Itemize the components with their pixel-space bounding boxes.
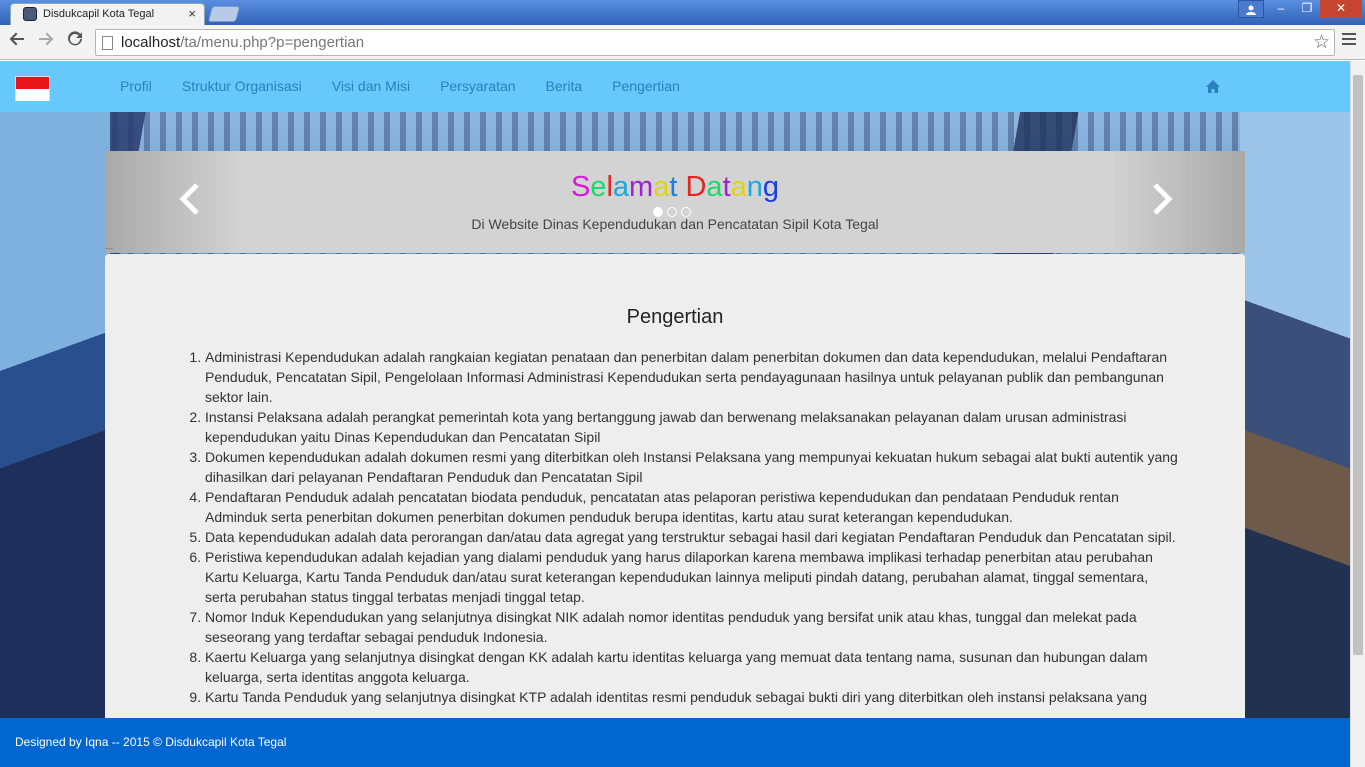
nav-link-persyaratan[interactable]: Persyaratan [440, 78, 515, 94]
heading-letter: e [590, 171, 607, 203]
tab-title: Disdukcapil Kota Tegal [43, 8, 155, 20]
scrollbar-thumb[interactable] [1353, 75, 1363, 655]
carousel-subtitle: Di Website Dinas Kependudukan dan Pencat… [471, 216, 879, 232]
nav-link-visi-misi[interactable]: Visi dan Misi [332, 78, 410, 94]
minimize-button[interactable]: – [1268, 0, 1294, 18]
reload-icon[interactable] [67, 31, 83, 52]
heading-letter: m [629, 171, 654, 203]
site-navbar: Profil Struktur Organisasi Visi dan Misi… [0, 61, 1350, 112]
browser-toolbar: localhost/ta/menu.php?p=pengertian ☆ [0, 25, 1365, 60]
address-bar[interactable]: localhost/ta/menu.php?p=pengertian ☆ [95, 29, 1335, 56]
browser-tab[interactable]: Disdukcapil Kota Tegal × [10, 3, 205, 25]
list-item: Pendaftaran Penduduk adalah pencatatan b… [205, 487, 1180, 527]
heading-letter: g [762, 171, 780, 203]
nav-link-struktur-organisasi[interactable]: Struktur Organisasi [182, 78, 302, 94]
definition-list: Administrasi Kependudukan adalah rangkai… [205, 347, 1180, 707]
list-item: Peristiwa kependudukan adalah kejadian y… [205, 547, 1180, 607]
background-building-right [1240, 111, 1350, 721]
heading-letter: a [706, 171, 723, 203]
list-item: Instansi Pelaksana adalah perangkat peme… [205, 407, 1180, 447]
nav-link-pengertian[interactable]: Pengertian [612, 78, 680, 94]
url-text[interactable]: localhost/ta/menu.php?p=pengertian [121, 34, 364, 51]
carousel-heading: Selamat Datang [105, 171, 1245, 204]
site-footer: Designed by Iqna -- 2015 © Disdukcapil K… [0, 718, 1350, 767]
browser-titlebar: Disdukcapil Kota Tegal × – ❐ ✕ [0, 0, 1365, 25]
carousel-next-icon[interactable] [1151, 181, 1175, 226]
forward-arrow-icon[interactable] [38, 31, 54, 52]
welcome-carousel: Selamat Datang Di Website Dinas Kependud… [105, 151, 1245, 253]
site-favicon-icon [23, 7, 37, 21]
ellipsis-text: ... [105, 241, 114, 252]
page-icon [102, 36, 113, 50]
list-item: Kaertu Keluarga yang selanjutnya disingk… [205, 647, 1180, 687]
footer-credit: Designed by Iqna -- 2015 © Disdukcapil K… [15, 735, 287, 749]
tab-close-icon[interactable]: × [188, 6, 196, 21]
heading-letter: a [653, 171, 670, 203]
heading-letter: t [722, 171, 731, 203]
list-item: Kartu Tanda Penduduk yang selanjutnya di… [205, 687, 1180, 707]
list-item: Data kependudukan adalah data perorangan… [205, 527, 1180, 547]
heading-letter: S [570, 171, 591, 203]
heading-letter: a [730, 171, 747, 203]
maximize-button[interactable]: ❐ [1294, 0, 1320, 18]
list-item: Administrasi Kependudukan adalah rangkai… [205, 347, 1180, 407]
heading-letter: n [746, 171, 763, 203]
indonesia-flag-logo[interactable] [15, 76, 50, 101]
list-item: Dokumen kependudukan adalah dokumen resm… [205, 447, 1180, 487]
nav-link-berita[interactable]: Berita [546, 78, 583, 94]
back-arrow-icon[interactable] [9, 31, 25, 52]
background-building-left [0, 111, 110, 721]
page-title: Pengertian [626, 306, 724, 328]
nav-links: Profil Struktur Organisasi Visi dan Misi… [120, 78, 710, 94]
user-profile-icon[interactable] [1238, 0, 1264, 18]
page-scrollbar[interactable] [1350, 61, 1365, 767]
content-panel: Pengertian Administrasi Kependudukan ada… [105, 254, 1245, 724]
page-viewport: Profil Struktur Organisasi Visi dan Misi… [0, 61, 1350, 767]
list-item: Nomor Induk Kependudukan yang selanjutny… [205, 607, 1180, 647]
close-window-button[interactable]: ✕ [1320, 0, 1362, 18]
heading-letter: a [612, 171, 630, 203]
browser-menu-icon[interactable] [1342, 33, 1356, 48]
nav-link-profil[interactable]: Profil [120, 78, 152, 94]
heading-letter: D [685, 171, 707, 203]
home-icon[interactable] [1205, 79, 1221, 94]
new-tab-button[interactable] [207, 6, 241, 22]
bookmark-star-icon[interactable]: ☆ [1313, 31, 1330, 54]
